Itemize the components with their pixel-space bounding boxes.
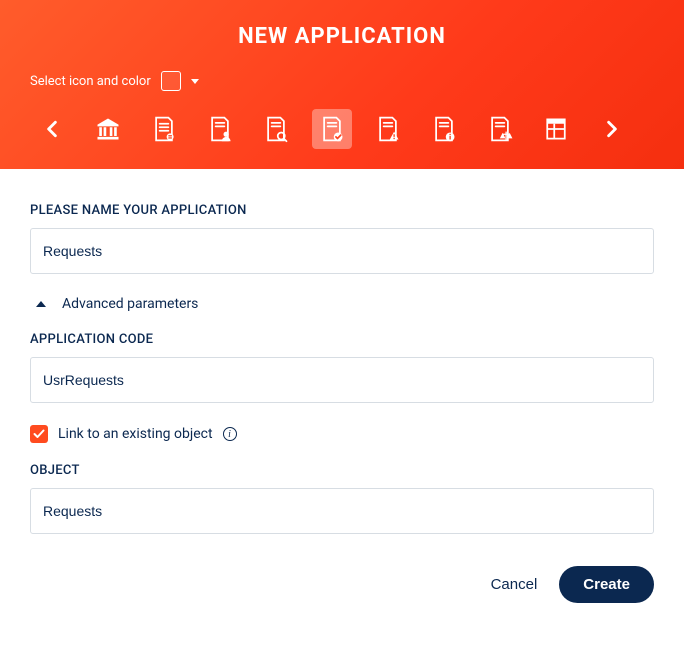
dialog-title: NEW APPLICATION <box>0 24 684 49</box>
icon-color-selector[interactable]: Select icon and color <box>0 71 684 101</box>
doc-lines-icon[interactable] <box>136 107 192 151</box>
application-code-label: APPLICATION CODE <box>30 332 654 347</box>
doc-balance-icon[interactable] <box>472 107 528 151</box>
dialog-body: PLEASE NAME YOUR APPLICATION Advanced pa… <box>0 169 684 566</box>
chevron-up-icon <box>36 301 46 307</box>
icon-picker-row <box>0 101 684 151</box>
doc-person-icon[interactable] <box>192 107 248 151</box>
bank-icon[interactable] <box>80 107 136 151</box>
advanced-parameters-toggle[interactable]: Advanced parameters <box>30 296 654 312</box>
link-existing-checkbox[interactable] <box>30 425 48 443</box>
create-button[interactable]: Create <box>559 566 654 603</box>
link-existing-label: Link to an existing object <box>58 426 213 442</box>
application-code-input[interactable] <box>30 357 654 403</box>
application-name-input[interactable] <box>30 228 654 274</box>
object-label: OBJECT <box>30 463 654 478</box>
icon-prev-arrow[interactable] <box>24 107 80 151</box>
application-name-label: PLEASE NAME YOUR APPLICATION <box>30 203 654 218</box>
doc-table-icon[interactable] <box>528 107 584 151</box>
doc-search-icon[interactable] <box>248 107 304 151</box>
link-existing-row: Link to an existing object i <box>30 425 654 443</box>
object-input[interactable] <box>30 488 654 534</box>
dialog-header: NEW APPLICATION Select icon and color <box>0 0 684 169</box>
icon-next-arrow[interactable] <box>584 107 640 151</box>
info-icon[interactable]: i <box>223 427 237 441</box>
advanced-parameters-label: Advanced parameters <box>62 296 198 312</box>
doc-check-icon[interactable] <box>312 109 352 149</box>
doc-info-icon[interactable] <box>416 107 472 151</box>
cancel-button[interactable]: Cancel <box>491 576 538 593</box>
dialog-footer: Cancel Create <box>0 566 684 613</box>
icon-color-label: Select icon and color <box>30 74 151 89</box>
color-swatch[interactable] <box>161 71 181 91</box>
doc-warning-icon[interactable] <box>360 107 416 151</box>
chevron-down-icon[interactable] <box>191 79 199 84</box>
